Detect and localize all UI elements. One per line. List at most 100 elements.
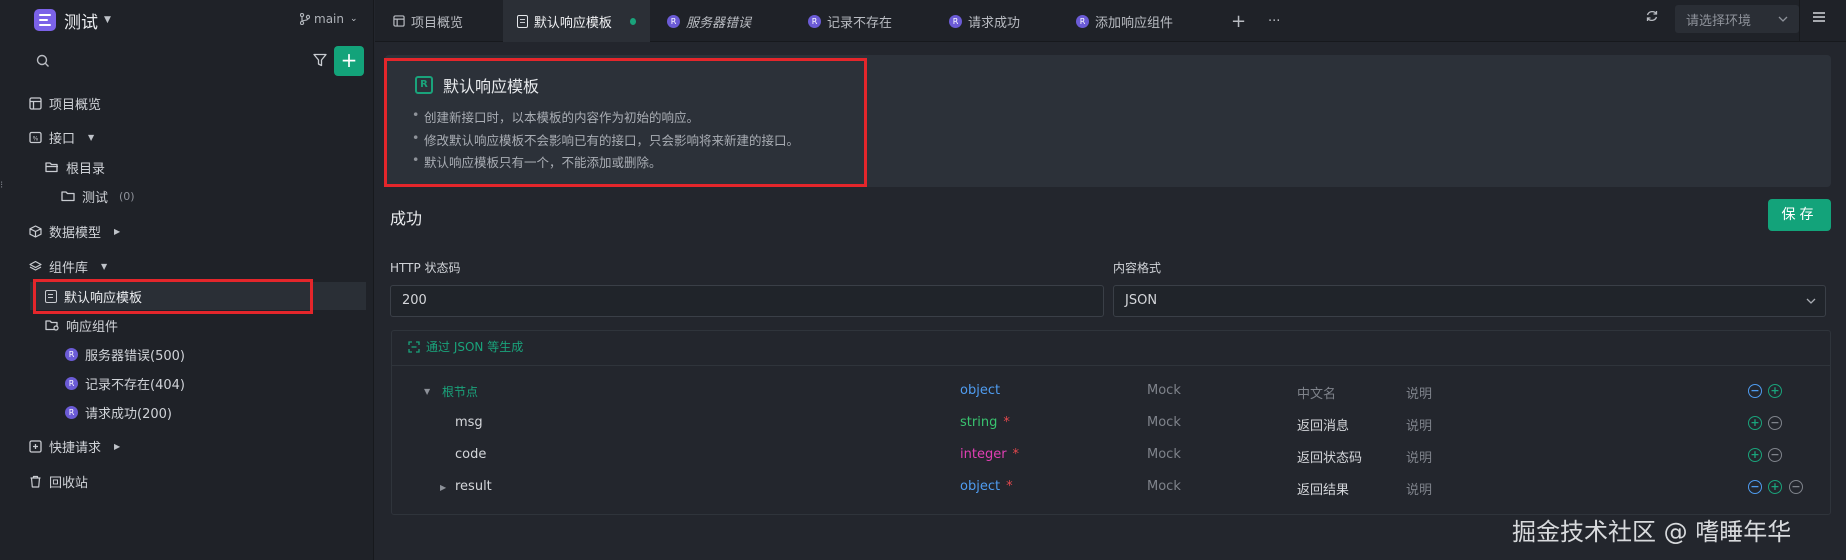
branch-name: main <box>314 12 344 26</box>
sidebar-search <box>28 46 334 76</box>
sidebar-item-data-models[interactable]: 数据模型 ▶ <box>29 218 120 244</box>
caret-down-icon: ▼ <box>88 132 95 142</box>
status-code-input[interactable]: 200 <box>390 285 1104 317</box>
schema-field-type[interactable]: integer * <box>960 447 1019 462</box>
tab-label: 请求成功 <box>968 15 1021 31</box>
schema-field-desc[interactable]: 说明 <box>1406 415 1432 434</box>
sidebar-item-label: 测试 <box>82 190 109 206</box>
schema-field-cn-name[interactable]: 中文名 <box>1297 383 1336 402</box>
branch-selector[interactable]: main ⌄ <box>300 12 358 26</box>
schema-field-mock[interactable]: Mock <box>1147 479 1181 494</box>
schema-field-name[interactable]: code <box>455 447 486 462</box>
environment-select[interactable]: 请选择环境 <box>1675 5 1799 33</box>
add-button[interactable]: + <box>334 46 364 76</box>
schema-field-name[interactable]: msg <box>455 415 483 430</box>
schema-field-name[interactable]: 根节点 <box>442 383 478 400</box>
chevron-down-icon: ⌄ <box>349 14 358 24</box>
sidebar-item-label: 根目录 <box>66 161 106 177</box>
item-count: (0) <box>119 189 135 203</box>
required-marker[interactable]: * <box>1006 479 1013 494</box>
schema-field-cn-name[interactable]: 返回状态码 <box>1297 447 1362 466</box>
sidebar-item-label: 回收站 <box>49 475 89 491</box>
caret-right-icon[interactable]: ▶ <box>440 483 446 492</box>
schema-field-mock[interactable]: Mock <box>1147 447 1181 462</box>
project-switcher[interactable]: 测试 ▼ <box>34 8 111 33</box>
sidebar-item-root-folder[interactable]: 根目录 <box>45 154 105 180</box>
type-text: integer <box>960 447 1007 462</box>
sidebar-item-api[interactable]: % 接口 ▼ <box>29 124 94 150</box>
sidebar-item-components[interactable]: 组件库 ▼ <box>29 253 107 279</box>
required-marker[interactable]: * <box>1003 415 1010 430</box>
schema-field-cn-name[interactable]: 返回结果 <box>1297 479 1349 498</box>
sidebar-item-not-found[interactable]: R 记录不存在(404) <box>65 370 185 396</box>
type-text: string <box>960 415 998 430</box>
save-button[interactable]: 保存 <box>1768 199 1831 231</box>
tab-success[interactable]: R 请求成功 <box>949 0 1020 42</box>
add-child-button[interactable]: + <box>1768 480 1782 494</box>
hamburger-menu-icon[interactable] <box>1811 10 1827 24</box>
quick-request-icon <box>29 439 42 453</box>
caret-down-icon[interactable]: ▼ <box>424 387 430 396</box>
more-tabs-button[interactable]: ··· <box>1268 0 1280 42</box>
sidebar-item-label: 接口 <box>49 131 76 147</box>
tab-add-response-component[interactable]: R 添加响应组件 <box>1076 0 1173 42</box>
new-tab-button[interactable]: + <box>1231 0 1246 42</box>
sidebar-item-quick-request[interactable]: 快捷请求 ▶ <box>29 433 120 459</box>
delete-field-button[interactable]: − <box>1768 416 1782 430</box>
schema-field-desc[interactable]: 说明 <box>1406 447 1432 466</box>
section-title: 成功 <box>390 209 423 228</box>
tab-not-found[interactable]: R 记录不存在 <box>808 0 892 42</box>
sidebar-item-label: 请求成功(200) <box>85 406 172 422</box>
collapse-node-button[interactable]: − <box>1748 480 1762 494</box>
collapse-node-button[interactable]: − <box>1748 384 1762 398</box>
response-badge-icon: R <box>1076 14 1089 28</box>
content-format-label: 内容格式 <box>1113 261 1162 275</box>
schema-field-mock[interactable]: Mock <box>1147 383 1181 398</box>
tab-server-error[interactable]: R 服务器错误 <box>667 0 751 42</box>
caret-right-icon: ▶ <box>114 226 121 236</box>
schema-field-type[interactable]: string * <box>960 415 1010 430</box>
delete-field-button[interactable]: − <box>1789 480 1803 494</box>
tab-default-response-template[interactable]: 默认响应模板 <box>503 0 650 42</box>
response-badge-icon: R <box>667 14 680 28</box>
sidebar-item-success[interactable]: R 请求成功(200) <box>65 399 172 425</box>
branch-icon <box>300 13 310 25</box>
generate-from-json-link[interactable]: 通过 JSON 等生成 <box>408 338 523 355</box>
content-format-select[interactable]: JSON <box>1113 285 1826 317</box>
search-icon <box>36 54 49 67</box>
folder-component-icon <box>45 320 59 331</box>
sidebar-item-label: 数据模型 <box>49 225 102 241</box>
refresh-icon[interactable] <box>1645 9 1659 23</box>
sidebar-item-overview[interactable]: 项目概览 <box>29 90 101 116</box>
sidebar-item-server-error[interactable]: R 服务器错误(500) <box>65 341 185 367</box>
filter-icon[interactable] <box>312 52 328 68</box>
status-code-label: HTTP 状态码 <box>390 261 461 275</box>
required-marker[interactable]: * <box>1013 447 1020 462</box>
schema-field-name[interactable]: result <box>455 479 492 494</box>
overview-icon <box>393 15 405 27</box>
sidebar-item-response-components[interactable]: 响应组件 <box>45 312 118 338</box>
sidebar-item-trash[interactable]: 回收站 <box>29 468 88 494</box>
schema-field-mock[interactable]: Mock <box>1147 415 1181 430</box>
schema-field-desc[interactable]: 说明 <box>1406 383 1432 402</box>
schema-toolbar <box>391 330 1831 366</box>
tab-label: 项目概览 <box>411 15 464 31</box>
delete-field-button[interactable]: − <box>1768 448 1782 462</box>
divider <box>1799 0 1800 42</box>
collapse-handle-icon[interactable]: ⁝ <box>0 180 3 191</box>
schema-field-type[interactable]: object * <box>960 479 1013 494</box>
schema-field-type[interactable]: object <box>960 383 1000 398</box>
add-child-button[interactable]: + <box>1768 384 1782 398</box>
sidebar-item-test-folder[interactable]: 测试 (0) <box>61 183 135 209</box>
tab-overview[interactable]: 项目概览 <box>393 0 463 42</box>
sidebar-item-label: 服务器错误(500) <box>85 348 185 364</box>
schema-field-cn-name[interactable]: 返回消息 <box>1297 415 1349 434</box>
schema-field-desc[interactable]: 说明 <box>1406 479 1432 498</box>
chevron-down-icon <box>1806 298 1816 304</box>
add-sibling-button[interactable]: + <box>1748 448 1762 462</box>
environment-placeholder: 请选择环境 <box>1686 13 1752 29</box>
add-sibling-button[interactable]: + <box>1748 416 1762 430</box>
search-input[interactable] <box>58 50 288 72</box>
chevron-down-icon <box>1778 16 1788 22</box>
generate-label: 通过 JSON 等生成 <box>426 340 524 354</box>
